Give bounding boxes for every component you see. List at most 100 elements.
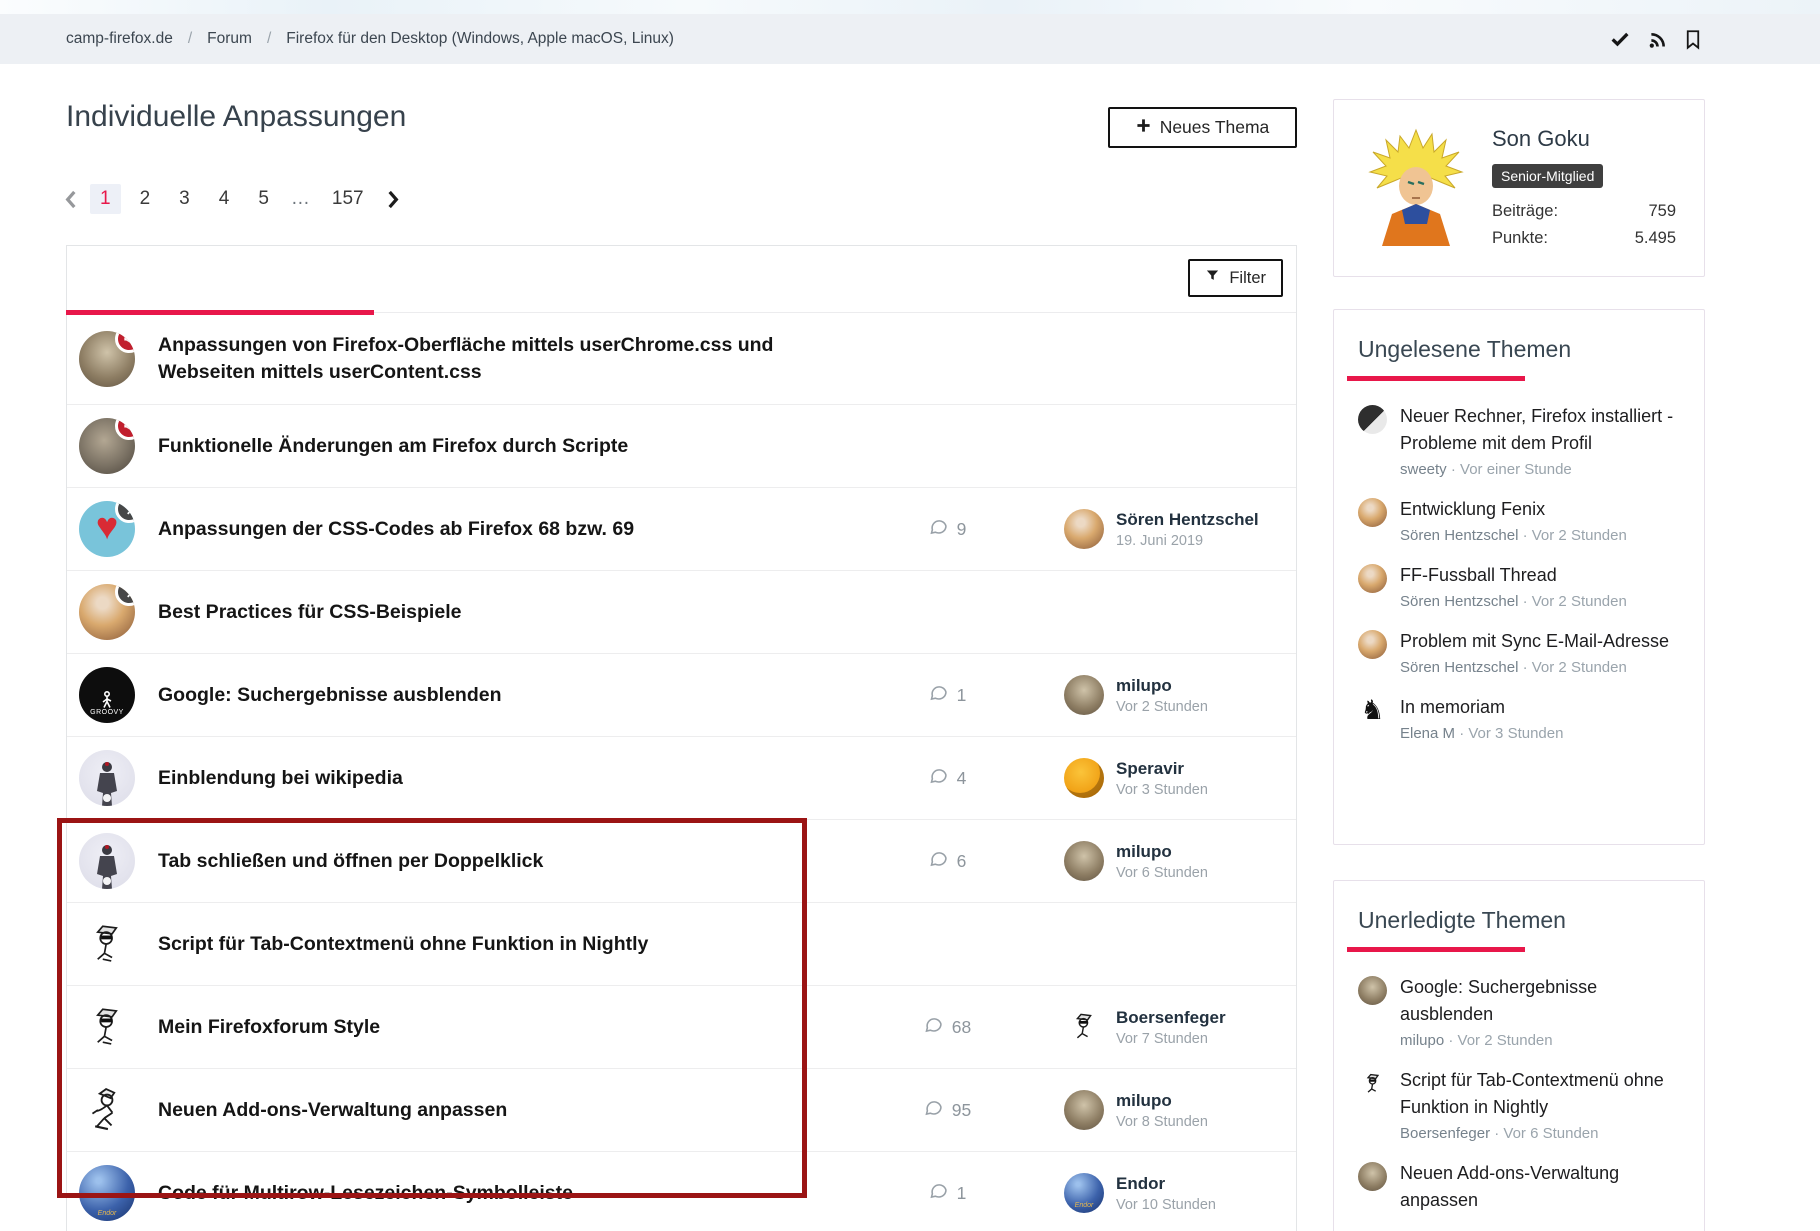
breadcrumb-site-link[interactable]: camp-firefox.de [66,30,173,48]
page-number[interactable]: 4 [209,184,240,214]
avatar-orange-cat[interactable] [1358,498,1387,527]
poster-name[interactable]: milupo [1400,1032,1444,1049]
last-poster-avatar-comic-figure[interactable] [1064,1007,1104,1047]
last-poster-name[interactable]: milupo [1116,842,1208,862]
last-poster-name[interactable]: Boersenfeger [1116,1008,1226,1028]
new-topic-button[interactable]: Neues Thema [1108,107,1297,148]
thread-title[interactable]: Einblendung bei wikipedia [158,765,872,792]
page-number[interactable]: 3 [169,184,200,214]
thread-avatar-dark-figure[interactable] [79,833,135,889]
breadcrumb-item-forum[interactable]: Forum [207,30,252,48]
last-post-time[interactable]: Vor 6 Stunden [1116,865,1208,881]
poster-name[interactable]: Boersenfeger [1400,1125,1490,1142]
avatar-orange-cat[interactable] [1358,564,1387,593]
topic-link[interactable]: In memoriam [1400,694,1563,721]
last-poster-name[interactable]: milupo [1116,676,1208,696]
poster-name[interactable]: Sören Hentzschel [1400,527,1518,544]
table-row: ♥ Anpassungen der CSS-Codes ab Firefox 6… [67,488,1296,571]
thread-avatar-wolf[interactable] [79,330,135,387]
thread-avatar-endor-globe[interactable]: Endor [79,1165,135,1221]
thread-title[interactable]: Google: Suchergebnisse ausblenden [158,682,872,709]
page-number[interactable]: 5 [248,184,279,214]
avatar-wolf[interactable] [1358,976,1387,1005]
breadcrumb-separator: / [266,30,272,47]
topic-link[interactable]: Problem mit Sync E-Mail-Adresse [1400,628,1669,655]
last-poster-avatar-wolf[interactable] [1064,1090,1104,1130]
profile-name[interactable]: Son Goku [1492,126,1590,152]
topic-link[interactable]: Neuer Rechner, Firefox installiert - Pro… [1400,403,1680,457]
list-item: FF-Fussball Thread Sören Hentzschel · Vo… [1358,562,1680,610]
thread-title[interactable]: Funktionelle Änderungen am Firefox durch… [158,433,872,460]
thread-avatar-kitten[interactable] [79,418,135,474]
thread-avatar-comic-figure[interactable] [79,999,135,1055]
last-post-time[interactable]: Vor 7 Stunden [1116,1031,1226,1047]
page-number-last[interactable]: 157 [322,184,374,214]
table-row: Funktionelle Änderungen am Firefox durch… [67,405,1296,488]
last-post-time[interactable]: Vor 8 Stunden [1116,1114,1208,1130]
thread-avatar-groovy[interactable]: GROOVY [79,667,135,723]
table-row: Best Practices für CSS-Beispiele [67,571,1296,654]
topic-link[interactable]: Neuen Add-ons-Verwaltung anpassen [1400,1160,1680,1214]
unread-topics-heading: Ungelesene Themen [1358,336,1572,362]
active-tab-underline [66,310,374,315]
thread-title[interactable]: Code für Multirow-Lesezeichen-Symbolleis… [158,1180,872,1207]
last-post-time[interactable]: Vor 2 Stunden [1116,699,1208,715]
avatar-bw-cat[interactable] [1358,405,1387,434]
last-poster-avatar-wolf[interactable] [1064,675,1104,715]
breadcrumb-item-board[interactable]: Firefox für den Desktop (Windows, Apple … [286,30,674,48]
last-poster-avatar-wolf[interactable] [1064,841,1104,881]
topic-link[interactable]: FF-Fussball Thread [1400,562,1627,589]
next-page-chevron-icon[interactable] [383,190,404,209]
poster-name[interactable]: sweety [1400,461,1447,478]
thread-title[interactable]: Neuen Add-ons-Verwaltung anpassen [158,1097,872,1124]
stat-value: 759 [1648,202,1676,220]
list-item: Neuer Rechner, Firefox installiert - Pro… [1358,403,1680,478]
last-poster-name[interactable]: Speravir [1116,759,1208,779]
last-post-time[interactable]: 19. Juni 2019 [1116,533,1259,549]
last-poster-avatar-orange-tiger[interactable] [1064,758,1104,798]
last-post-time[interactable]: Vor 10 Stunden [1116,1197,1216,1213]
avatar[interactable] [1366,128,1466,246]
table-row: Tab schließen und öffnen per Doppelklick… [67,820,1296,903]
profile-role-badge: Senior-Mitglied [1492,164,1604,188]
list-item: Google: Suchergebnisse ausblenden milupo… [1358,974,1680,1049]
thread-avatar-dark-figure[interactable] [79,750,135,806]
last-poster-name[interactable]: Sören Hentzschel [1116,510,1259,530]
unresolved-topics-heading: Unerledigte Themen [1358,907,1566,933]
topic-link[interactable]: Entwicklung Fenix [1400,496,1627,523]
avatar-black-horse-icon[interactable]: ♞ [1358,695,1387,725]
last-poster-avatar-orange-cat[interactable] [1064,509,1104,549]
thread-avatar-orange-cat[interactable] [79,584,135,640]
thread-title[interactable]: Script für Tab-Contextmenü ohne Funktion… [158,931,872,958]
avatar-wolf[interactable] [1358,1162,1387,1191]
thread-avatar-comic-skater[interactable] [79,1082,135,1138]
thread-avatar-comic-figure[interactable] [79,916,135,972]
previous-page-chevron-icon[interactable] [60,190,81,209]
reply-count: 95 [951,1099,972,1120]
filter-button[interactable]: Filter [1188,259,1283,297]
last-poster-name[interactable]: Endor [1116,1174,1216,1194]
last-poster-avatar-endor-globe[interactable]: Endor [1064,1173,1104,1213]
thread-title[interactable]: Anpassungen von Firefox-Oberfläche mitte… [158,332,872,386]
poster-name[interactable]: Sören Hentzschel [1400,593,1518,610]
avatar-orange-cat[interactable] [1358,630,1387,659]
topic-link[interactable]: Google: Suchergebnisse ausblenden [1400,974,1680,1028]
bookmark-icon[interactable] [1684,29,1702,50]
thread-title[interactable]: Tab schließen und öffnen per Doppelklick [158,848,872,875]
page-number[interactable]: 2 [130,184,161,214]
thread-title[interactable]: Anpassungen der CSS-Codes ab Firefox 68 … [158,516,872,543]
thread-title[interactable]: Best Practices für CSS-Beispiele [158,599,872,626]
last-post-time[interactable]: Vor 3 Stunden [1116,782,1208,798]
thread-avatar-heartbeat[interactable]: ♥ [79,501,135,557]
pagination: 1 2 3 4 5 … 157 [60,184,404,214]
page-number-current[interactable]: 1 [90,184,121,214]
thread-title[interactable]: Mein Firefoxforum Style [158,1014,872,1041]
avatar-comic-figure[interactable] [1358,1069,1387,1098]
rss-feed-icon[interactable] [1647,29,1668,50]
mark-all-read-icon[interactable] [1609,28,1631,50]
topic-link[interactable]: Script für Tab-Contextmenü ohne Funktion… [1400,1067,1680,1121]
last-poster-name[interactable]: milupo [1116,1091,1208,1111]
profile-card: Son Goku Senior-Mitglied Beiträge: 759 P… [1333,99,1705,277]
poster-name[interactable]: Sören Hentzschel [1400,659,1518,676]
poster-name[interactable]: Elena M [1400,725,1455,742]
